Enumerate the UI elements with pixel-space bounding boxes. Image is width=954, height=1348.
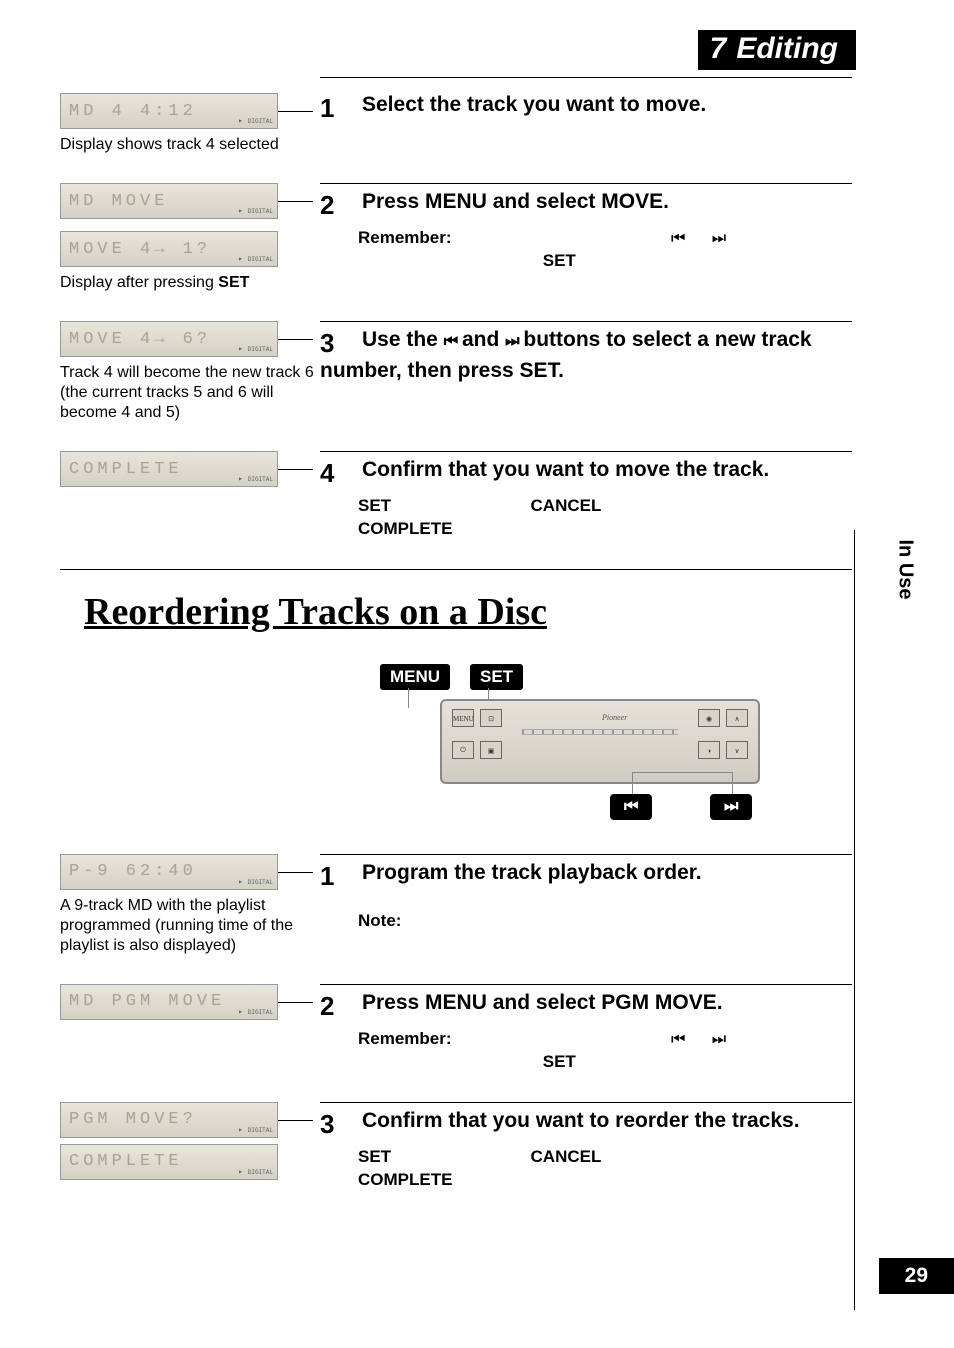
side-label: In Use (893, 539, 916, 599)
remember-label: Remember: (358, 1029, 452, 1048)
prev-callout: ⏮ (610, 794, 652, 820)
chapter-number: 7 (710, 32, 727, 65)
digital-badge: DIGITAL (238, 254, 273, 264)
step-title: Use the ⏮ and ⏭ buttons to select a new … (320, 328, 812, 382)
lcd-caption: Display after pressing SET (60, 273, 320, 293)
set-callout: SET (470, 664, 523, 690)
page-number: 29 (879, 1258, 954, 1294)
step-row: MD 4 4:12 DIGITAL Display shows track 4 … (60, 93, 852, 155)
step-number: 1 (320, 861, 358, 892)
step-title: Confirm that you want to reorder the tra… (362, 1109, 800, 1132)
set-label: SET (358, 496, 391, 515)
lcd-display: P-9 62:40 DIGITAL (60, 854, 278, 890)
menu-callout: MENU (380, 664, 450, 690)
remote-menu-button: MENU (452, 709, 474, 727)
digital-badge: DIGITAL (238, 1167, 273, 1177)
lcd-caption: Display shows track 4 selected (60, 135, 320, 155)
lcd-text: PGM MOVE? (69, 1110, 197, 1129)
cancel-label: CANCEL (531, 496, 602, 515)
remote-power-button: ⏻ (452, 741, 474, 759)
lcd-text: MOVE 4→ 1? (69, 240, 211, 259)
step-row: P-9 62:40 DIGITAL A 9-track MD with the … (60, 854, 852, 956)
lcd-display: MOVE 4→ 1? DIGITAL (60, 231, 278, 267)
step-title: Select the track you want to move. (362, 93, 706, 116)
step-number: 2 (320, 190, 358, 221)
remote-button: ▣ (480, 741, 502, 759)
lcd-caption: A 9-track MD with the playlist programme… (60, 896, 320, 956)
digital-badge: DIGITAL (238, 877, 273, 887)
step-number: 3 (320, 328, 358, 359)
remote-button: ◉ (698, 709, 720, 727)
lcd-text: MD 4 4:12 (69, 102, 197, 121)
digital-badge: DIGITAL (238, 206, 273, 216)
step-number: 1 (320, 93, 358, 124)
cancel-label: CANCEL (531, 1147, 602, 1166)
chapter-tab: 7 Editing (698, 30, 856, 70)
step-number: 4 (320, 458, 358, 489)
digital-badge: DIGITAL (238, 344, 273, 354)
remember-label: Remember: (358, 228, 452, 247)
step-row: COMPLETE DIGITAL 4 Confirm that you want… (60, 451, 852, 541)
digital-badge: DIGITAL (238, 1125, 273, 1135)
digital-badge: DIGITAL (238, 1007, 273, 1017)
lcd-text: COMPLETE (69, 1152, 183, 1171)
lcd-text: P-9 62:40 (69, 862, 197, 881)
lcd-text: MD PGM MOVE (69, 992, 225, 1011)
lcd-text: COMPLETE (69, 460, 183, 479)
note-label: Note: (358, 911, 401, 930)
next-track-icon: ⏭ (712, 230, 724, 247)
brand-label: Pioneer (602, 713, 627, 722)
rule (320, 77, 852, 78)
section-title: Reordering Tracks on a Disc (84, 590, 852, 634)
complete-label: COMPLETE (358, 1170, 452, 1189)
side-tab: In Use (854, 530, 954, 1310)
digital-badge: DIGITAL (238, 116, 273, 126)
remote-down-button: ∨ (726, 741, 748, 759)
prev-track-icon: ⏮ (671, 1031, 683, 1048)
remote-illustration: MENU SET MENU ⊡ ⏻ ▣ ◉ ∧ ◑ ∨ Pioneer ⏮ ⏭ (380, 664, 780, 824)
remote-up-button: ∧ (726, 709, 748, 727)
lcd-text: MD MOVE (69, 192, 168, 211)
lcd-display: MD PGM MOVE DIGITAL (60, 984, 278, 1020)
next-track-icon: ⏭ (505, 333, 517, 350)
step-title: Confirm that you want to move the track. (362, 458, 769, 481)
lcd-display: COMPLETE DIGITAL (60, 451, 278, 487)
lcd-display: COMPLETE DIGITAL (60, 1144, 278, 1180)
complete-label: COMPLETE (358, 519, 452, 538)
step-row: MD PGM MOVE DIGITAL 2 Press MENU and sel… (60, 984, 852, 1074)
step-title: Press MENU and select MOVE. (362, 190, 669, 213)
set-label: SET (543, 251, 576, 270)
page-content: MD 4 4:12 DIGITAL Display shows track 4 … (0, 0, 852, 1192)
step-title: Press MENU and select PGM MOVE. (362, 991, 723, 1014)
set-label: SET (358, 1147, 391, 1166)
remote-set-button: ⊡ (480, 709, 502, 727)
step-number: 3 (320, 1109, 358, 1140)
lcd-caption: Track 4 will become the new track 6 (the… (60, 363, 320, 423)
prev-track-icon: ⏮ (671, 230, 683, 247)
remote-segment-bar (522, 729, 678, 735)
lcd-display: PGM MOVE? DIGITAL (60, 1102, 278, 1138)
rule (60, 569, 852, 570)
next-callout: ⏭ (710, 794, 752, 820)
step-row: PGM MOVE? DIGITAL COMPLETE DIGITAL 3 Con… (60, 1102, 852, 1192)
step-row: MD MOVE DIGITAL MOVE 4→ 1? DIGITAL Displ… (60, 183, 852, 293)
chapter-title: Editing (736, 32, 838, 65)
step-row: MOVE 4→ 6? DIGITAL Track 4 will become t… (60, 321, 852, 423)
remote-button: ◑ (698, 741, 720, 759)
lcd-display: MD 4 4:12 DIGITAL (60, 93, 278, 129)
prev-track-icon: ⏮ (444, 333, 456, 350)
set-label: SET (543, 1052, 576, 1071)
digital-badge: DIGITAL (238, 474, 273, 484)
next-track-icon: ⏭ (712, 1031, 724, 1048)
step-title: Program the track playback order. (362, 861, 702, 884)
step-number: 2 (320, 991, 358, 1022)
lcd-display: MOVE 4→ 6? DIGITAL (60, 321, 278, 357)
lcd-text: MOVE 4→ 6? (69, 330, 211, 349)
lcd-display: MD MOVE DIGITAL (60, 183, 278, 219)
